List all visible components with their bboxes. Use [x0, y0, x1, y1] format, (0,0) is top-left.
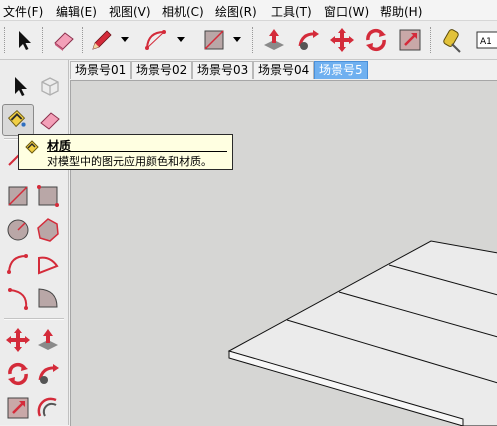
tab-scene-04[interactable]: 场景号04 — [253, 61, 315, 79]
eraser-icon[interactable] — [50, 26, 78, 54]
toolbar-separator — [252, 27, 256, 53]
eraser-icon[interactable] — [36, 106, 64, 134]
circle-icon[interactable] — [4, 216, 32, 244]
component-icon[interactable] — [36, 72, 64, 100]
drawing-viewport[interactable] — [70, 80, 497, 426]
menu-view[interactable]: 视图(V) — [109, 3, 151, 20]
scale-icon[interactable] — [4, 394, 32, 422]
menu-help[interactable]: 帮助(H) — [380, 3, 422, 20]
menu-tools[interactable]: 工具(T) — [271, 3, 312, 20]
tape-measure-icon[interactable] — [440, 26, 468, 54]
move-icon[interactable] — [328, 26, 356, 54]
tooltip-divider — [47, 151, 227, 152]
menu-window[interactable]: 窗口(W) — [324, 3, 369, 20]
three-point-arc-icon[interactable] — [4, 284, 32, 312]
text-label-icon[interactable]: A1 — [476, 26, 497, 54]
push-pull-icon[interactable] — [260, 26, 288, 54]
paint-bucket-icon — [25, 140, 39, 154]
follow-me-icon[interactable] — [294, 26, 322, 54]
scale-icon[interactable] — [396, 26, 424, 54]
main-toolbar: A1 — [0, 21, 497, 60]
menu-draw[interactable]: 绘图(R) — [215, 3, 257, 20]
rotated-rectangle-icon[interactable] — [34, 182, 62, 210]
two-point-arc-icon[interactable] — [34, 284, 62, 312]
tab-scene-5[interactable]: 场景号5 — [314, 61, 368, 79]
rotate-icon[interactable] — [4, 360, 32, 388]
pencil-line-icon[interactable] — [88, 26, 116, 54]
text-label-icon-text: A1 — [480, 37, 492, 47]
pie-icon[interactable] — [34, 250, 62, 278]
model-canvas — [227, 240, 497, 426]
arc-icon[interactable] — [4, 250, 32, 278]
move-icon[interactable] — [4, 326, 32, 354]
tab-scene-03[interactable]: 场景号03 — [192, 61, 254, 79]
select-arrow-icon[interactable] — [6, 72, 34, 100]
tab-scene-02[interactable]: 场景号02 — [131, 61, 193, 79]
paint-bucket-tooltip: 材质 对模型中的图元应用颜色和材质。 — [18, 134, 233, 170]
offset-icon[interactable] — [34, 394, 62, 422]
polygon-icon[interactable] — [34, 216, 62, 244]
chevron-down-icon[interactable] — [120, 32, 130, 46]
menu-bar: 文件(F) 编辑(E) 视图(V) 相机(C) 绘图(R) 工具(T) 窗口(W… — [0, 0, 497, 21]
chevron-down-icon[interactable] — [176, 32, 186, 46]
paint-bucket-icon[interactable] — [2, 104, 34, 136]
rotate-icon[interactable] — [362, 26, 390, 54]
menu-file[interactable]: 文件(F) — [3, 3, 43, 20]
arc-icon[interactable] — [142, 26, 170, 54]
left-tool-palette — [0, 60, 69, 425]
toolbar-separator — [42, 27, 46, 53]
slab-top-face[interactable] — [227, 240, 497, 426]
toolbar-separator — [82, 27, 86, 53]
menu-camera[interactable]: 相机(C) — [162, 3, 204, 20]
push-pull-icon[interactable] — [34, 326, 62, 354]
follow-me-icon[interactable] — [34, 360, 62, 388]
tab-scene-01[interactable]: 场景号01 — [70, 61, 132, 79]
toolbar-grip[interactable] — [4, 27, 8, 53]
tooltip-description: 对模型中的图元应用颜色和材质。 — [47, 155, 212, 168]
menu-edit[interactable]: 编辑(E) — [56, 3, 97, 20]
rectangle-icon[interactable] — [200, 26, 228, 54]
toolbar-separator — [430, 27, 434, 53]
palette-separator — [4, 318, 64, 320]
select-arrow-icon[interactable] — [10, 26, 38, 54]
chevron-down-icon[interactable] — [232, 32, 242, 46]
rectangle-icon[interactable] — [4, 182, 32, 210]
